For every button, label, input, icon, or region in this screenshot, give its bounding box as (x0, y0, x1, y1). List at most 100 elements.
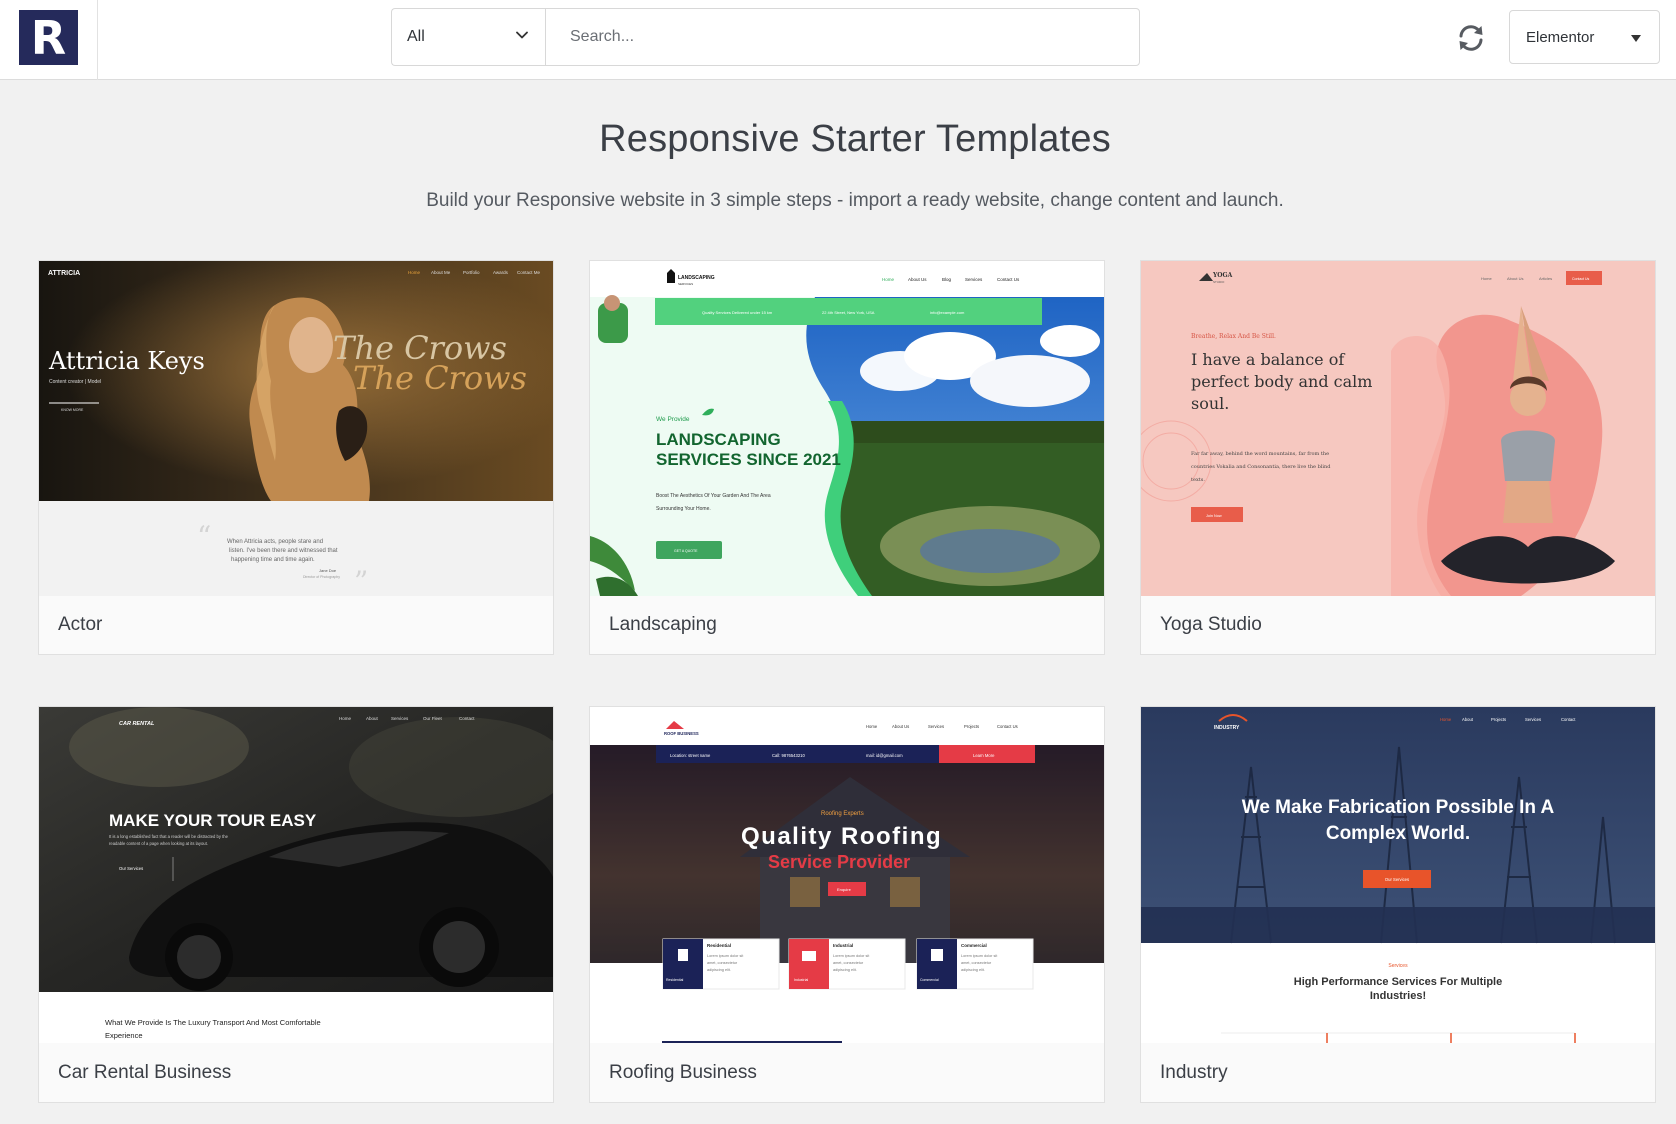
template-preview-car-rental-business[interactable]: CAR RENTAL Home About Services Our Fleet… (39, 707, 553, 1043)
template-preview-roofing-business[interactable]: ROOF BUSINESS Home About Us Services Pro… (590, 707, 1104, 1043)
roofing-service-0-title: Residential (707, 943, 731, 948)
yoga-headline-2: perfect body and calm (1191, 372, 1372, 391)
category-filter-select[interactable]: All (391, 8, 546, 66)
roofing-button: Enquire (837, 887, 852, 892)
landscaping-info-1: Quality Services Delivered under 15 km (702, 310, 773, 315)
caret-down-icon (1631, 35, 1641, 42)
landscaping-body-2: Surrounding Your Home. (656, 506, 711, 512)
yoga-button: Join Now (1206, 514, 1222, 518)
car-nav-2: Services (391, 716, 409, 721)
actor-nav-2: Portfolio (463, 270, 480, 275)
actor-quote-3: happening time and time again. (231, 557, 315, 563)
roofing-service-2-text-3: adipiscing elit. (961, 968, 985, 972)
template-card-roofing-business[interactable]: ROOF BUSINESS Home About Us Services Pro… (589, 706, 1105, 1103)
yoga-nav-1: About Us (1507, 276, 1523, 281)
top-bar: R All Elementor (0, 0, 1676, 80)
landscaping-brand: LANDSCAPING (678, 275, 715, 281)
landscaping-button: GET A QUOTE (674, 549, 698, 553)
page-subtitle: Build your Responsive website in 3 simpl… (426, 190, 1284, 211)
roofing-service-0-text-3: adipiscing elit. (707, 968, 731, 972)
roofing-nav-2: Services (928, 724, 944, 729)
template-card-actor[interactable]: ATTRICIA Home About Me Portfolio Awards … (38, 260, 554, 655)
industry-headline-2: Complex World. (1326, 823, 1470, 844)
quote-open-icon: “ (197, 520, 211, 553)
template-card-car-rental-business[interactable]: CAR RENTAL Home About Services Our Fleet… (38, 706, 554, 1103)
page-builder-select[interactable]: Elementor (1509, 10, 1660, 64)
roofing-nav-1: About Us (892, 724, 909, 729)
template-name-yoga-studio[interactable]: Yoga Studio (1160, 614, 1262, 636)
roofing-service-2-title: Commercial (961, 943, 987, 948)
industry-section-2: Industries! (1370, 990, 1426, 1002)
roofing-nav-3: Projects (964, 724, 979, 729)
logo-area: R (0, 0, 98, 80)
industry-brand: INDUSTRY (1214, 725, 1240, 731)
actor-hero-name: Attricia Keys (48, 347, 205, 375)
actor-quote-role: Director of Photography (303, 575, 340, 579)
roofing-service-2-icon-label: Commercial (920, 978, 939, 982)
template-card-industry[interactable]: INDUSTRY Home About Projects Services Co… (1140, 706, 1656, 1103)
actor-nav-1: About Me (431, 270, 451, 275)
industry-nav-4: Contact (1561, 717, 1576, 722)
actor-quote-1: When Attricia acts, people stare and (227, 539, 323, 545)
template-name-industry[interactable]: Industry (1160, 1062, 1228, 1084)
roofing-eyebrow: Roofing Experts (821, 811, 864, 817)
roofing-info-3: mail: id@gmail.com (866, 753, 903, 758)
roofing-service-1-title: Industrial (833, 943, 853, 948)
template-card-yoga-studio[interactable]: YOGA STUDIO Home About Us Articles Conta… (1140, 260, 1656, 655)
roofing-service-0-text-1: Lorem ipsum dolor sit (707, 954, 744, 958)
template-preview-actor[interactable]: ATTRICIA Home About Me Portfolio Awards … (39, 261, 553, 596)
yoga-body-1: Far far away, behind the word mountains,… (1191, 451, 1329, 457)
industry-nav-3: Services (1525, 717, 1541, 722)
template-preview-industry[interactable]: INDUSTRY Home About Projects Services Co… (1141, 707, 1655, 1043)
sync-icon[interactable] (1455, 22, 1487, 54)
actor-nav-0: Home (408, 270, 421, 275)
roofing-service-1-text-1: Lorem ipsum dolor sit (833, 954, 870, 958)
industry-nav-0: Home (1440, 717, 1452, 722)
yoga-figure (1501, 430, 1555, 481)
roofing-service-0-icon-label: Residential (666, 978, 684, 982)
roofing-nav-4: Contact Us (997, 724, 1018, 729)
car-brand: CAR RENTAL (119, 721, 155, 727)
car-nav-3: Our Fleet (423, 716, 443, 721)
landscaping-nav-3: Services (965, 277, 983, 282)
industry-section-1: High Performance Services For Multiple (1294, 976, 1502, 988)
car-section-1: What We Provide Is The Luxury Transport … (105, 1018, 321, 1027)
chevron-down-icon (516, 31, 528, 39)
car-body-1: It is a long established fact that a rea… (109, 834, 229, 839)
template-name-actor[interactable]: Actor (58, 614, 102, 636)
industry-nav-1: About (1462, 717, 1474, 722)
landscaping-nav-2: Blog (942, 277, 952, 282)
landscaping-body-1: Boost The Aesthetics Of Your Garden And … (656, 493, 771, 499)
template-preview-landscaping[interactable]: LANDSCAPING SERVICES Home About Us Blog … (590, 261, 1104, 596)
yoga-eyebrow: Breathe, Relax And Be Still. (1191, 333, 1276, 340)
yoga-brand: YOGA (1212, 272, 1233, 279)
page-builder-value: Elementor (1526, 28, 1595, 46)
template-name-landscaping[interactable]: Landscaping (609, 614, 717, 636)
industry-nav-2: Projects (1491, 717, 1506, 722)
yoga-body-3: texts. (1191, 477, 1205, 483)
yoga-headline-3: soul. (1191, 394, 1229, 413)
actor-nav-3: Awards (493, 270, 509, 275)
car-nav-4: Contact (459, 716, 475, 721)
quote-close-icon: ” (354, 565, 368, 596)
actor-hero-role: Content creator | Model (49, 379, 101, 385)
yoga-brand-sub: STUDIO (1213, 280, 1225, 284)
responsive-logo[interactable]: R (19, 10, 78, 65)
roofing-info-2: Call: 9876543210 (772, 753, 806, 758)
landscaping-brand-sub: SERVICES (678, 282, 693, 286)
template-preview-yoga-studio[interactable]: YOGA STUDIO Home About Us Articles Conta… (1141, 261, 1655, 596)
roofing-info-1: Location: street name (670, 753, 711, 758)
template-name-roofing-business[interactable]: Roofing Business (609, 1062, 757, 1084)
car-nav-0: Home (339, 716, 352, 721)
yoga-nav-0: Home (1481, 276, 1492, 281)
roofing-service-2-text-2: amet, consectetur (961, 961, 992, 965)
template-card-landscaping[interactable]: LANDSCAPING SERVICES Home About Us Blog … (589, 260, 1105, 655)
actor-script-2: The Crows (353, 359, 527, 397)
template-search-input[interactable] (545, 8, 1140, 66)
page-title: Responsive Starter Templates (599, 118, 1111, 160)
landscaping-nav-0: Home (882, 277, 895, 282)
roofing-nav-0: Home (866, 724, 878, 729)
template-name-car-rental-business[interactable]: Car Rental Business (58, 1062, 231, 1084)
landscaping-info-2: 22 4th Street, New York, USA (822, 310, 875, 315)
landscaping-nav-4: Contact Us (997, 277, 1020, 282)
